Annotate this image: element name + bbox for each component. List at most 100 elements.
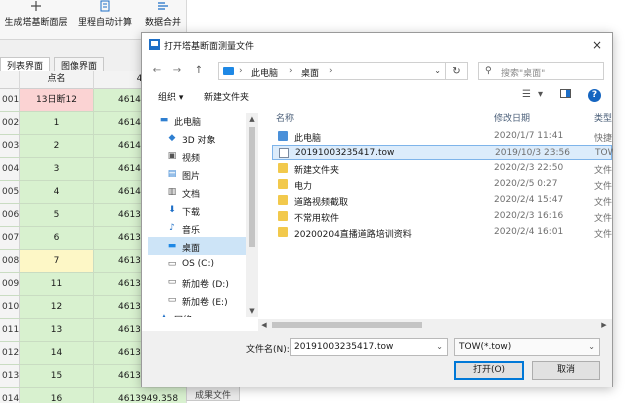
nav-item[interactable]: ▤ 图片 — [148, 165, 252, 183]
row-index: 007 — [0, 227, 20, 249]
scroll-down-icon[interactable]: ▼ — [246, 305, 258, 317]
chevron-down-icon[interactable]: ⌄ — [434, 66, 441, 75]
file-item[interactable]: 道路视频截取 2020/2/4 15:47 文件 — [272, 193, 612, 208]
nav-item[interactable]: ♪ 音乐 — [148, 219, 252, 237]
nav-item[interactable]: ◆ 3D 对象 — [148, 129, 252, 147]
point-name-cell: 5 — [20, 204, 94, 226]
nav-item[interactable]: ▭ 新加卷 (D:) — [148, 273, 252, 291]
new-folder-button[interactable]: 新建文件夹 — [204, 90, 249, 103]
file-item[interactable]: 电力 2020/2/5 0:27 文件 — [272, 177, 612, 192]
file-name: 20200204直播道路培训资料 — [294, 230, 412, 240]
search-placeholder: 搜索"桌面" — [501, 69, 546, 79]
file-name: 此电脑 — [294, 134, 322, 144]
dialog-toolbar: 组织 ▾ 新建文件夹 ☰ ▾ ? — [142, 85, 612, 107]
breadcrumb-this-pc[interactable]: 此电脑 — [251, 66, 278, 79]
scroll-right-icon[interactable]: ▶ — [598, 319, 610, 331]
auto-mileage-button[interactable]: 里程自动计算 — [76, 0, 134, 38]
preview-pane-icon[interactable] — [560, 89, 571, 101]
up-arrow-icon[interactable]: ↑ — [192, 63, 206, 79]
merge-icon — [140, 0, 186, 12]
cube-icon: ◆ — [168, 133, 176, 143]
nav-item[interactable]: ▭ OS (C:) — [148, 255, 252, 273]
nav-item[interactable]: ▲ 网络 — [148, 309, 252, 317]
nav-item-label: 新加卷 (D:) — [182, 280, 229, 290]
back-arrow-icon[interactable]: ← — [150, 63, 164, 79]
point-name-cell: 16 — [20, 388, 94, 403]
tab-list-view[interactable]: 列表界面 — [0, 57, 51, 72]
point-name-cell: 7 — [20, 250, 94, 272]
download-icon: ⬇ — [168, 205, 176, 215]
address-bar[interactable]: › 此电脑 › 桌面 › ⌄ — [218, 62, 446, 80]
file-list-scrollbar[interactable]: ◀ ▶ — [258, 319, 612, 331]
generate-tower-section-button[interactable]: 生成塔基断面层 — [4, 0, 68, 38]
drive-icon: ▭ — [167, 277, 177, 287]
view-options-icon[interactable]: ☰ — [522, 89, 531, 100]
file-type: 快捷 — [594, 134, 612, 144]
nav-item[interactable]: ▬ 桌面 — [148, 237, 252, 255]
nav-item-label: 网络 — [174, 313, 192, 317]
file-item[interactable]: 20200204直播道路培训资料 2020/2/4 16:01 文件 — [272, 225, 612, 240]
row-index: 006 — [0, 204, 20, 226]
point-name-cell: 14 — [20, 342, 94, 364]
nav-item[interactable]: ▣ 视频 — [148, 147, 252, 165]
nav-item[interactable]: ▥ 文档 — [148, 183, 252, 201]
point-name-cell: 15 — [20, 365, 94, 387]
search-input[interactable]: ⚲ 搜索"桌面" — [478, 62, 604, 80]
tab-image-view[interactable]: 图像界面 — [54, 57, 105, 72]
filetype-select[interactable]: TOW(*.tow) ⌄ — [454, 338, 600, 356]
row-index: 004 — [0, 158, 20, 180]
computer-icon — [223, 67, 234, 75]
drive-icon: ▭ — [167, 295, 177, 305]
point-name-cell: 6 — [20, 227, 94, 249]
help-icon[interactable]: ? — [588, 89, 601, 102]
point-name-cell: 1 — [20, 112, 94, 134]
nav-pane-scrollbar[interactable]: ▲ ▼ — [246, 113, 258, 317]
forward-arrow-icon[interactable]: → — [170, 63, 184, 79]
column-header-type[interactable]: 类型 — [594, 111, 612, 124]
file-type: TOW — [595, 148, 613, 158]
nav-item-label: 桌面 — [182, 244, 201, 254]
file-item[interactable]: 此电脑 2020/1/7 11:41 快捷 — [272, 129, 612, 144]
nav-item-label: 3D 对象 — [182, 136, 216, 146]
file-type: 文件 — [594, 166, 612, 176]
file-item[interactable]: 不常用软件 2020/2/3 16:16 文件 — [272, 209, 612, 224]
organize-menu[interactable]: 组织 ▾ — [158, 90, 183, 103]
row-index: 005 — [0, 181, 20, 203]
scroll-thumb[interactable] — [272, 322, 422, 328]
table-row[interactable]: 014 16 4613949.358 — [0, 388, 186, 403]
point-name-cell: 13日断12 — [20, 89, 94, 111]
scroll-thumb[interactable] — [249, 127, 255, 247]
column-header-name[interactable]: 名称 — [276, 111, 294, 124]
nav-item-label: 新加卷 (E:) — [182, 298, 228, 308]
point-name-cell: 12 — [20, 296, 94, 318]
breadcrumb-separator: › — [289, 66, 293, 76]
chevron-down-icon[interactable]: ⌄ — [588, 342, 595, 351]
nav-item[interactable]: ▬ 此电脑 — [148, 111, 252, 129]
open-button[interactable]: 打开(O) — [454, 361, 524, 380]
nav-item[interactable]: ▭ 新加卷 (E:) — [148, 291, 252, 309]
column-header-date[interactable]: 修改日期 — [494, 111, 530, 124]
point-name-header[interactable]: 点名 — [20, 71, 94, 89]
folder-icon — [278, 163, 288, 173]
nav-item[interactable]: ⬇ 下载 — [148, 201, 252, 219]
cancel-button[interactable]: 取消 — [532, 361, 600, 380]
scroll-up-icon[interactable]: ▲ — [246, 113, 258, 125]
nav-item-label: 图片 — [182, 172, 201, 182]
breadcrumb-desktop[interactable]: 桌面 — [301, 66, 319, 79]
filename-input[interactable]: 20191003235417.tow ⌄ — [290, 338, 448, 356]
desktop-icon: ▬ — [167, 241, 177, 251]
scroll-left-icon[interactable]: ◀ — [258, 319, 270, 331]
chevron-down-icon[interactable]: ⌄ — [436, 342, 443, 351]
chevron-down-icon[interactable]: ▾ — [538, 89, 543, 100]
search-icon: ⚲ — [485, 66, 492, 76]
file-icon — [279, 148, 289, 158]
results-file-tab[interactable]: 成果文件 — [186, 385, 241, 401]
file-item[interactable]: 20191003235417.tow 2019/10/3 23:56 TOW — [272, 145, 613, 160]
music-icon: ♪ — [169, 223, 175, 233]
refresh-icon[interactable]: ↻ — [446, 62, 468, 80]
file-name: 道路视频截取 — [294, 198, 349, 208]
navigation-pane: ▬ 此电脑 ◆ 3D 对象 ▣ 视频 ▤ 图片 ▥ 文档 ⬇ 下载 ♪ 音乐 ▬ 桌面 ▭ OS (C:) ▭ 新加卷… — [148, 111, 258, 317]
file-item[interactable]: 新建文件夹 2020/2/3 22:50 文件 — [272, 161, 612, 176]
document-icon: ▥ — [167, 187, 177, 197]
close-icon[interactable]: × — [588, 36, 606, 54]
